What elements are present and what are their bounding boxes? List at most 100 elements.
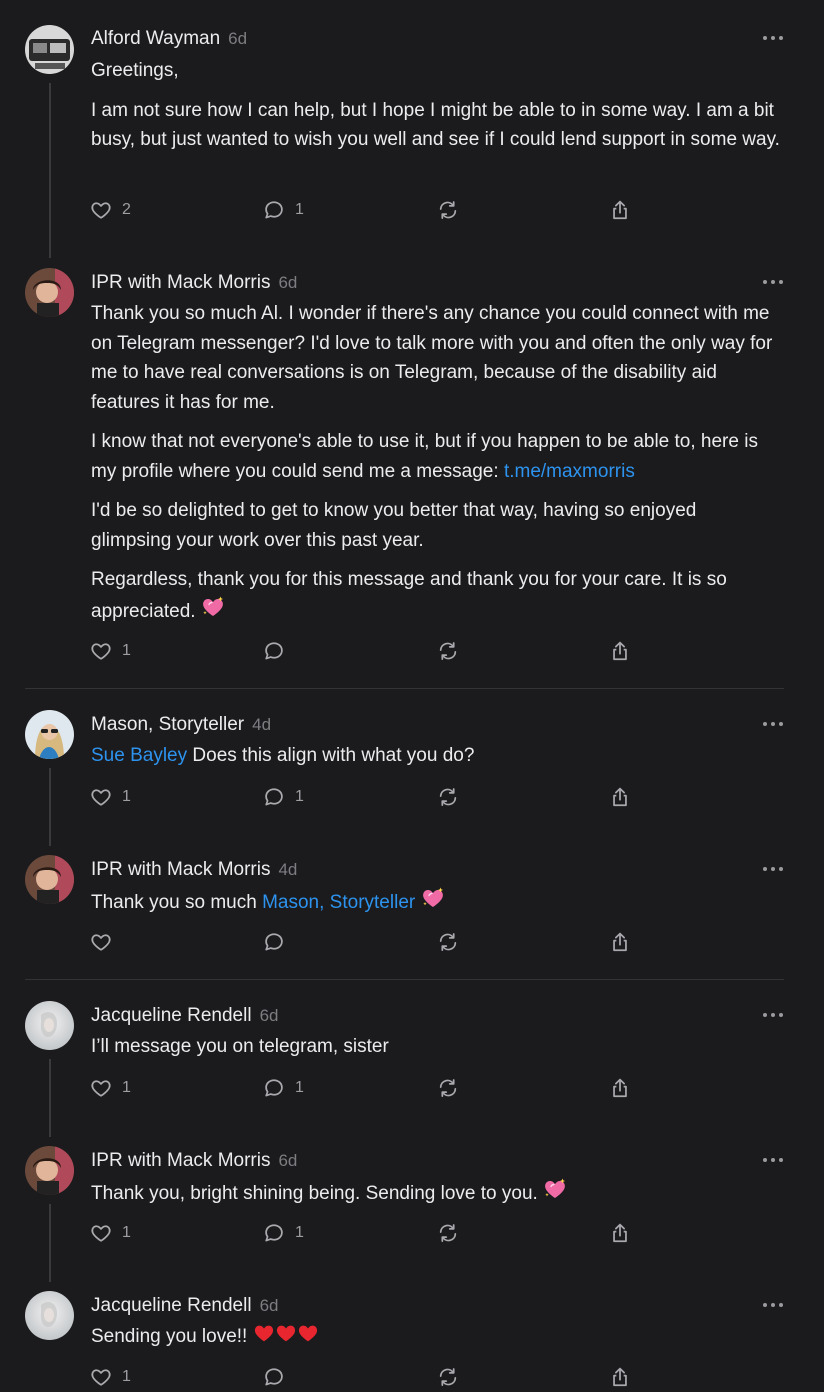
avatar[interactable] bbox=[25, 1146, 74, 1195]
timestamp[interactable]: 4d bbox=[252, 715, 271, 734]
more-dots-icon[interactable] bbox=[762, 1155, 784, 1165]
sparkling-heart-icon bbox=[421, 886, 445, 910]
like-button[interactable]: 1 bbox=[90, 1364, 131, 1390]
comment-body: Thank you so much Mason, Storyteller bbox=[91, 886, 781, 928]
share-icon bbox=[609, 1366, 631, 1388]
red-heart-icon bbox=[297, 1322, 319, 1344]
avatar[interactable] bbox=[25, 268, 74, 317]
author-name[interactable]: Mason, Storyteller bbox=[91, 714, 244, 735]
comment-meta: Jacqueline Rendell 6d bbox=[91, 1295, 278, 1317]
speech-bubble-icon bbox=[263, 1222, 285, 1244]
comment-meta: Alford Wayman 6d bbox=[91, 28, 247, 50]
share-button[interactable] bbox=[609, 1364, 631, 1390]
avatar[interactable] bbox=[25, 1291, 74, 1340]
timestamp[interactable]: 6d bbox=[260, 1296, 279, 1315]
paragraph-text: Sending you love!! bbox=[91, 1326, 248, 1347]
thread-line bbox=[49, 83, 51, 258]
like-button[interactable]: 1 bbox=[90, 638, 131, 664]
author-name[interactable]: IPR with Mack Morris bbox=[91, 272, 270, 293]
comment-paragraph: Sue Bayley Does this align with what you… bbox=[91, 741, 781, 771]
comment-actions: 2 1 bbox=[0, 197, 824, 223]
share-button[interactable] bbox=[609, 638, 631, 664]
more-dots-icon[interactable] bbox=[762, 277, 784, 287]
restack-button[interactable] bbox=[437, 638, 459, 664]
like-button[interactable]: 2 bbox=[90, 197, 131, 223]
paragraph-text: Does this align with what you do? bbox=[187, 745, 475, 766]
mention-link[interactable]: Mason, Storyteller bbox=[262, 892, 415, 913]
timestamp[interactable]: 6d bbox=[278, 273, 297, 292]
share-icon bbox=[609, 640, 631, 662]
comment-meta: Mason, Storyteller 4d bbox=[91, 714, 271, 736]
like-button[interactable]: 1 bbox=[90, 784, 131, 810]
author-name[interactable]: IPR with Mack Morris bbox=[91, 1150, 270, 1171]
restack-button[interactable] bbox=[437, 1075, 459, 1101]
author-name[interactable]: IPR with Mack Morris bbox=[91, 859, 270, 880]
heart-outline-icon bbox=[90, 1222, 112, 1244]
restack-button[interactable] bbox=[437, 929, 459, 955]
more-dots-icon[interactable] bbox=[762, 1300, 784, 1310]
reply-button[interactable]: 1 bbox=[263, 1075, 304, 1101]
reply-button[interactable]: 1 bbox=[263, 1220, 304, 1246]
reply-button[interactable] bbox=[263, 1364, 285, 1390]
speech-bubble-icon bbox=[263, 1366, 285, 1388]
telegram-link[interactable]: t.me/maxmorris bbox=[504, 461, 635, 482]
more-dots-icon[interactable] bbox=[762, 1010, 784, 1020]
timestamp[interactable]: 4d bbox=[278, 860, 297, 879]
restack-button[interactable] bbox=[437, 1364, 459, 1390]
red-heart-icon bbox=[275, 1322, 297, 1344]
paragraph-text: Thank you so much bbox=[91, 892, 263, 913]
share-icon bbox=[609, 1222, 631, 1244]
like-button[interactable]: 1 bbox=[90, 1220, 131, 1246]
reply-button[interactable]: 1 bbox=[263, 784, 304, 810]
comment-actions: 1 1 bbox=[0, 784, 824, 810]
more-dots-icon[interactable] bbox=[762, 864, 784, 874]
author-name[interactable]: Jacqueline Rendell bbox=[91, 1295, 252, 1316]
comment-paragraph: Thank you so much Mason, Storyteller bbox=[91, 886, 781, 918]
more-dots-icon[interactable] bbox=[762, 719, 784, 729]
reply-button[interactable] bbox=[263, 638, 285, 664]
reply-button[interactable]: 1 bbox=[263, 197, 304, 223]
reply-count: 1 bbox=[295, 201, 304, 218]
restack-button[interactable] bbox=[437, 784, 459, 810]
timestamp[interactable]: 6d bbox=[278, 1151, 297, 1170]
share-button[interactable] bbox=[609, 1220, 631, 1246]
avatar[interactable] bbox=[25, 25, 74, 74]
more-dots-icon[interactable] bbox=[762, 33, 784, 43]
share-icon bbox=[609, 1077, 631, 1099]
share-button[interactable] bbox=[609, 784, 631, 810]
author-name[interactable]: Jacqueline Rendell bbox=[91, 1005, 252, 1026]
share-button[interactable] bbox=[609, 1075, 631, 1101]
avatar[interactable] bbox=[25, 710, 74, 759]
like-count: 1 bbox=[122, 788, 131, 805]
like-button[interactable]: 1 bbox=[90, 1075, 131, 1101]
restack-button[interactable] bbox=[437, 197, 459, 223]
mention-link[interactable]: Sue Bayley bbox=[91, 745, 187, 766]
speech-bubble-icon bbox=[263, 640, 285, 662]
restack-button[interactable] bbox=[437, 1220, 459, 1246]
paragraph-text: Regardless, thank you for this message a… bbox=[91, 569, 727, 622]
restack-icon bbox=[437, 1366, 459, 1388]
heart-outline-icon bbox=[90, 931, 112, 953]
comment-paragraph: Regardless, thank you for this message a… bbox=[91, 565, 781, 626]
avatar[interactable] bbox=[25, 1001, 74, 1050]
reply-count: 1 bbox=[295, 788, 304, 805]
comment-paragraph: I'd be so delighted to get to know you b… bbox=[91, 500, 697, 551]
like-button[interactable] bbox=[90, 929, 112, 955]
avatar[interactable] bbox=[25, 855, 74, 904]
comment-paragraph: I know that not everyone's able to use i… bbox=[91, 427, 781, 486]
share-button[interactable] bbox=[609, 929, 631, 955]
restack-icon bbox=[437, 1077, 459, 1099]
timestamp[interactable]: 6d bbox=[228, 29, 247, 48]
comment-actions: 1 bbox=[0, 638, 824, 664]
like-count: 1 bbox=[122, 642, 131, 659]
speech-bubble-icon bbox=[263, 931, 285, 953]
share-button[interactable] bbox=[609, 197, 631, 223]
reply-button[interactable] bbox=[263, 929, 285, 955]
comment-paragraph: I’ll message you on telegram, sister bbox=[91, 1036, 389, 1057]
comment-body: Thank you so much Al. I wonder if there'… bbox=[91, 299, 781, 636]
comment-body: Sue Bayley Does this align with what you… bbox=[91, 741, 781, 781]
restack-icon bbox=[437, 786, 459, 808]
timestamp[interactable]: 6d bbox=[260, 1006, 279, 1025]
author-name[interactable]: Alford Wayman bbox=[91, 28, 220, 49]
speech-bubble-icon bbox=[263, 786, 285, 808]
